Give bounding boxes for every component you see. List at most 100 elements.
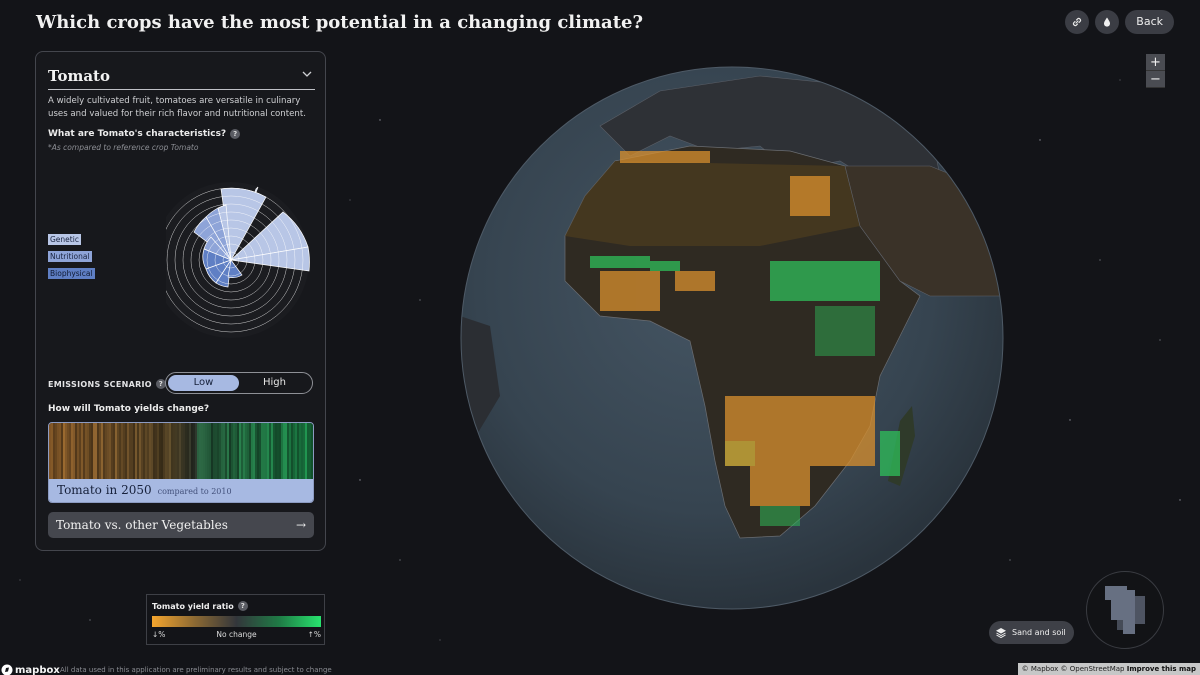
yield-stripe [59, 423, 61, 479]
water-drop-icon[interactable] [1095, 10, 1120, 34]
yield-stripe [133, 423, 135, 479]
yield-stripe [305, 423, 307, 479]
emissions-label-row: EMISSIONS SCENARIO ? [48, 379, 166, 389]
mapbox-logo[interactable]: mapbox [1, 664, 60, 675]
yield-stripe [233, 423, 235, 479]
yield-stripe [89, 423, 91, 479]
yield-stripes-chart [49, 423, 313, 479]
yield-stripe [227, 423, 229, 479]
link-icon[interactable] [1065, 10, 1090, 34]
yield-change-card[interactable]: Tomato in 2050 compared to 2010 [48, 422, 314, 503]
yield-stripe [245, 423, 247, 479]
yield-stripe [271, 423, 273, 479]
yield-stripe [119, 423, 121, 479]
yield-card-footer: Tomato in 2050 compared to 2010 [49, 479, 313, 502]
yield-stripe [213, 423, 215, 479]
legend-color-ramp [152, 616, 321, 627]
legend-low-label: ↓% [152, 630, 166, 639]
yield-stripe [95, 423, 97, 479]
yield-stripe [49, 423, 51, 479]
globe-map[interactable] [460, 66, 1004, 610]
improve-map-link[interactable]: Improve this map [1127, 665, 1196, 673]
yield-stripe [107, 423, 109, 479]
yield-stripe [191, 423, 193, 479]
zoom-in-button[interactable]: + [1146, 54, 1165, 71]
page-title: Which crops have the most potential in a… [36, 12, 644, 33]
yield-stripe [293, 423, 295, 479]
minimap-graphic [1105, 586, 1145, 634]
yield-stripe [97, 423, 99, 479]
yield-stripe [217, 423, 219, 479]
yield-stripe [69, 423, 71, 479]
crop-panel: Tomato A widely cultivated fruit, tomato… [35, 51, 326, 551]
scenario-low-button[interactable]: Low [168, 375, 239, 391]
yield-stripe [157, 423, 159, 479]
yield-stripe [311, 423, 313, 479]
yield-stripe [199, 423, 201, 479]
yield-stripe [137, 423, 139, 479]
yield-stripe [57, 423, 59, 479]
yield-stripe [237, 423, 239, 479]
yield-stripe [223, 423, 225, 479]
yield-stripe [131, 423, 133, 479]
yield-stripe [165, 423, 167, 479]
legend-tag-genetic: Genetic [48, 234, 81, 245]
yield-stripe [103, 423, 105, 479]
yield-ratio-legend: Tomato yield ratio ? ↓% No change ↑% [146, 594, 325, 645]
legend-title: Tomato yield ratio [152, 601, 234, 611]
back-button[interactable]: Back [1125, 10, 1174, 34]
zoom-out-button[interactable]: − [1146, 71, 1165, 88]
yield-stripe [81, 423, 83, 479]
yield-stripe [259, 423, 261, 479]
yield-stripe [225, 423, 227, 479]
compare-button[interactable]: Tomato vs. other Vegetables → [48, 512, 314, 538]
yield-stripe [239, 423, 241, 479]
yield-stripe [161, 423, 163, 479]
yield-stripe [309, 423, 311, 479]
yield-stripe [145, 423, 147, 479]
help-icon[interactable]: ? [230, 129, 241, 139]
yield-stripe [307, 423, 309, 479]
yield-stripe [139, 423, 141, 479]
yield-stripe [149, 423, 151, 479]
yield-stripe [83, 423, 85, 479]
yield-stripe [75, 423, 77, 479]
yield-stripe [287, 423, 289, 479]
yield-stripe [55, 423, 57, 479]
yield-stripe [209, 423, 211, 479]
help-icon[interactable]: ? [237, 601, 248, 611]
overview-minimap[interactable] [1086, 571, 1164, 649]
yield-stripe [109, 423, 111, 479]
yield-stripe [197, 423, 199, 479]
yield-stripe [219, 423, 221, 479]
yield-stripe [65, 423, 67, 479]
yield-stripe [189, 423, 191, 479]
yield-stripe [205, 423, 207, 479]
crop-name: Tomato [48, 67, 110, 85]
yield-stripe [159, 423, 161, 479]
yield-stripe [221, 423, 223, 479]
sand-and-soil-button[interactable]: Sand and soil [989, 621, 1074, 644]
attribution-text[interactable]: © Mapbox © OpenStreetMap [1022, 665, 1125, 673]
crop-description: A widely cultivated fruit, tomatoes are … [48, 96, 306, 119]
yield-stripe [115, 423, 117, 479]
yield-stripe [263, 423, 265, 479]
yield-stripe [151, 423, 153, 479]
legend-tag-biophysical: Biophysical [48, 268, 95, 279]
yield-stripe [51, 423, 53, 479]
yield-stripe [289, 423, 291, 479]
yield-stripe [147, 423, 149, 479]
yield-stripe [63, 423, 65, 479]
scenario-high-button[interactable]: High [239, 375, 310, 391]
yield-stripe [185, 423, 187, 479]
compare-label: Tomato vs. other Vegetables [56, 518, 228, 532]
yield-stripe [183, 423, 185, 479]
yield-stripe [143, 423, 145, 479]
characteristics-legend: Genetic Nutritional Biophysical [48, 234, 95, 285]
chevron-down-icon [302, 71, 312, 77]
legend-tag-nutritional: Nutritional [48, 251, 92, 262]
legend-high-label: ↑% [307, 630, 321, 639]
yield-stripe [67, 423, 69, 479]
yield-stripe [261, 423, 263, 479]
crop-selector[interactable]: Tomato [48, 66, 315, 90]
